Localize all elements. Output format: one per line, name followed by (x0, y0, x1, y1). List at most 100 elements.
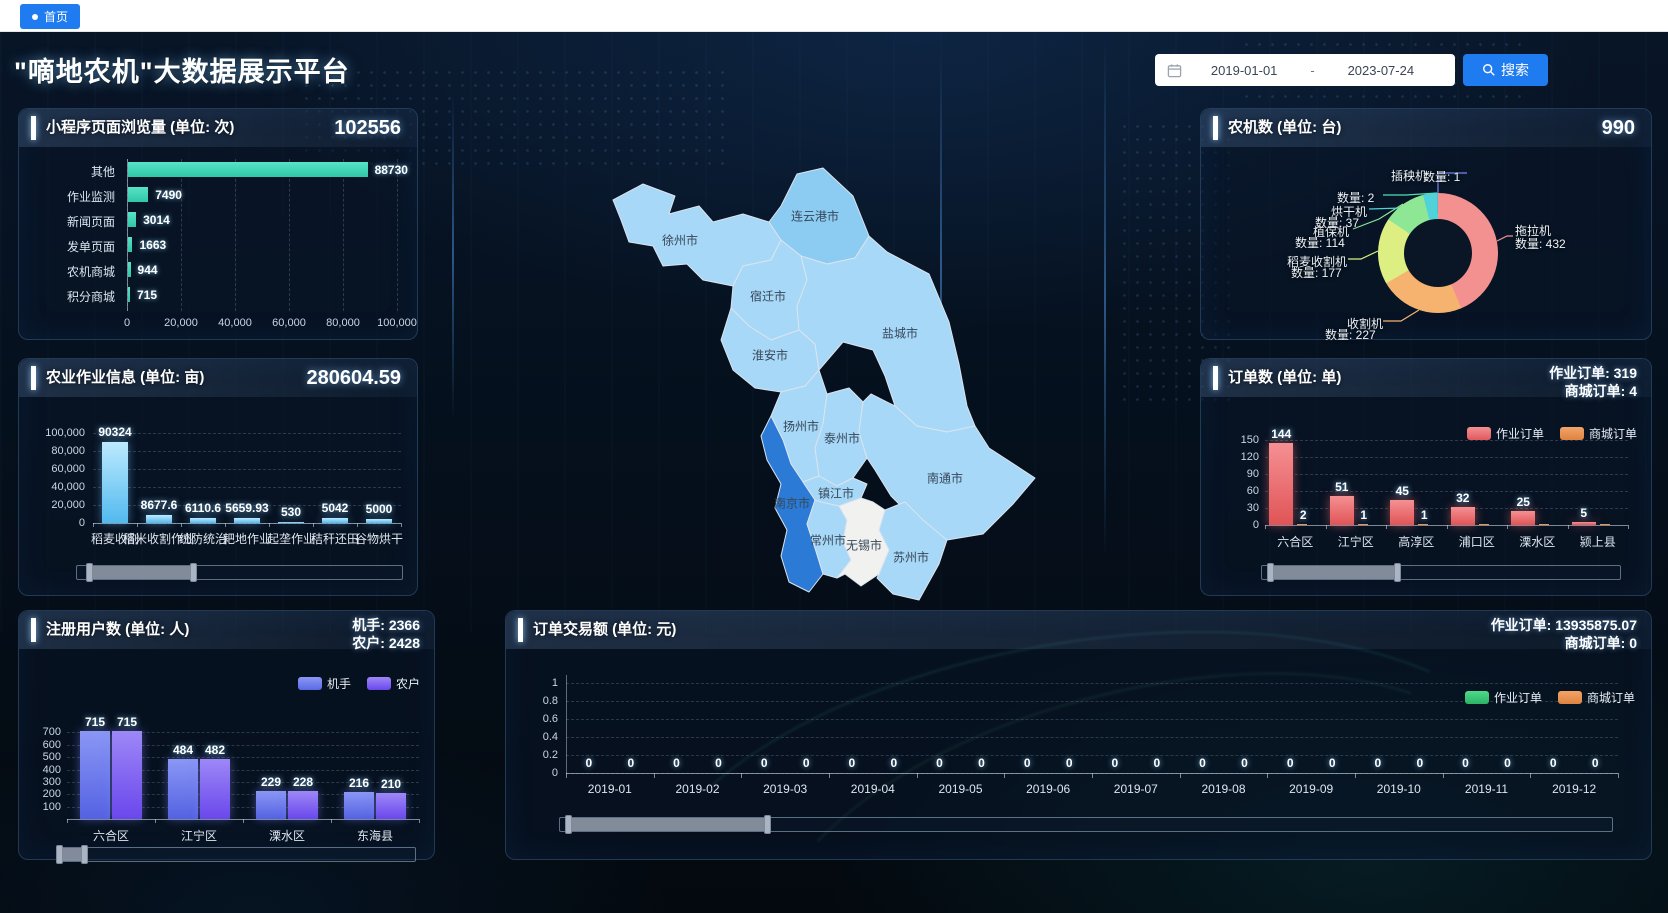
data-zoom-slider[interactable] (76, 565, 403, 580)
data-zoom-handle[interactable] (86, 563, 93, 582)
stat-line: 作业订单: 319 (1549, 364, 1637, 382)
value-label: 88730 (375, 163, 408, 177)
data-zoom-handle[interactable] (1394, 563, 1401, 582)
donut-lead-line (1348, 251, 1378, 259)
date-range-picker[interactable]: 2019-01-01 - 2023-07-24 (1155, 54, 1455, 86)
bar[interactable] (1511, 511, 1535, 525)
bar[interactable] (1539, 524, 1549, 525)
gridline (1265, 457, 1628, 458)
axis-tick (243, 819, 244, 823)
axis-tick (1530, 773, 1531, 778)
bar[interactable] (1358, 524, 1368, 525)
bar[interactable] (1479, 524, 1489, 525)
data-zoom-selection[interactable] (1270, 566, 1398, 579)
search-button-label: 搜索 (1501, 60, 1529, 80)
page-title: "嘀地农机"大数据展示平台 (14, 50, 350, 89)
city-label: 无锡市 (846, 537, 882, 554)
legend-item[interactable]: 商城订单 (1558, 689, 1635, 706)
bar[interactable] (146, 515, 172, 523)
gridline (93, 433, 401, 434)
date-end-input[interactable]: 2023-07-24 (1319, 63, 1443, 78)
legend-item[interactable]: 农户 (367, 675, 420, 692)
bar[interactable] (1600, 524, 1610, 525)
panel-header: 订单交易额 (单位: 元) 作业订单: 13935875.07 商城订单: 0 (506, 611, 1651, 649)
bar[interactable] (1451, 507, 1475, 525)
category-label: 耙地作业 (223, 530, 271, 547)
chart-legend: 作业订单 商城订单 (1467, 425, 1637, 442)
data-zoom-slider[interactable] (559, 817, 1613, 832)
data-zoom-handle[interactable] (764, 815, 771, 834)
data-zoom-handle[interactable] (565, 815, 572, 834)
bar[interactable] (128, 212, 136, 227)
bar[interactable] (80, 731, 110, 819)
bar[interactable] (1418, 524, 1428, 525)
y-tick-label: 300 (29, 776, 61, 788)
bar[interactable] (322, 518, 348, 523)
axis-tick (1447, 525, 1448, 529)
data-zoom-slider[interactable] (1261, 565, 1621, 580)
value-label: 482 (205, 743, 225, 757)
bar[interactable] (1269, 443, 1293, 525)
bar[interactable] (128, 187, 148, 202)
legend-item[interactable]: 作业订单 (1465, 689, 1542, 706)
legend-item[interactable]: 作业订单 (1467, 425, 1544, 442)
donut-slice-value: 数量: 177 (1291, 264, 1342, 281)
bar[interactable] (190, 518, 216, 523)
category-label: 农机商城 (31, 263, 115, 280)
axis-tick (1443, 773, 1444, 778)
data-zoom-handle[interactable] (190, 563, 197, 582)
search-button[interactable]: 搜索 (1463, 54, 1548, 86)
data-zoom-selection[interactable] (89, 566, 194, 579)
y-tick-label: 100 (29, 801, 61, 813)
value-label: 0 (1066, 756, 1073, 770)
bar[interactable] (366, 519, 392, 524)
bar[interactable] (1390, 500, 1414, 526)
bar[interactable] (256, 791, 286, 819)
legend-swatch-icon (298, 677, 322, 690)
bar[interactable] (1572, 522, 1596, 525)
bar[interactable] (128, 287, 130, 302)
bar[interactable] (128, 237, 132, 252)
bar[interactable] (278, 522, 304, 524)
legend-label: 商城订单 (1589, 425, 1637, 442)
bar[interactable] (112, 731, 142, 819)
bar[interactable] (102, 442, 128, 523)
bar[interactable] (288, 791, 318, 819)
bar[interactable] (234, 518, 260, 523)
category-label: 溧水区 (1519, 533, 1555, 550)
value-label: 5000 (366, 502, 393, 516)
legend-item[interactable]: 机手 (298, 675, 351, 692)
legend-swatch-icon (1560, 427, 1584, 440)
value-label: 715 (137, 288, 157, 302)
bar[interactable] (376, 793, 406, 819)
value-label: 0 (1416, 756, 1423, 770)
bar[interactable] (1297, 524, 1307, 525)
category-label: 江宁区 (1338, 533, 1374, 550)
data-zoom-handle[interactable] (81, 845, 88, 864)
bar[interactable] (200, 759, 230, 819)
data-zoom-selection[interactable] (59, 848, 85, 861)
value-label: 228 (293, 775, 313, 789)
tab-home[interactable]: 首页 (20, 4, 80, 29)
month-label: 2019-04 (851, 782, 895, 796)
gridline (93, 487, 401, 488)
category-label: 颍上县 (1580, 533, 1616, 550)
data-zoom-selection[interactable] (568, 818, 768, 831)
legend-item[interactable]: 商城订单 (1560, 425, 1637, 442)
axis-tick (1628, 525, 1629, 529)
data-zoom-slider[interactable] (56, 847, 416, 862)
bar[interactable] (128, 262, 131, 277)
gridline (566, 719, 1618, 720)
value-label: 7490 (155, 188, 182, 202)
y-tick-label: 0.4 (518, 731, 558, 743)
date-start-input[interactable]: 2019-01-01 (1182, 63, 1306, 78)
data-zoom-handle[interactable] (1267, 563, 1274, 582)
data-zoom-handle[interactable] (56, 845, 63, 864)
bar[interactable] (1330, 496, 1354, 525)
value-label: 1663 (139, 238, 166, 252)
bar[interactable] (168, 759, 198, 819)
bar[interactable] (344, 792, 374, 819)
axis-tick (829, 773, 830, 778)
bar[interactable] (128, 162, 368, 177)
top-tab-bar: 首页 (0, 0, 1668, 32)
